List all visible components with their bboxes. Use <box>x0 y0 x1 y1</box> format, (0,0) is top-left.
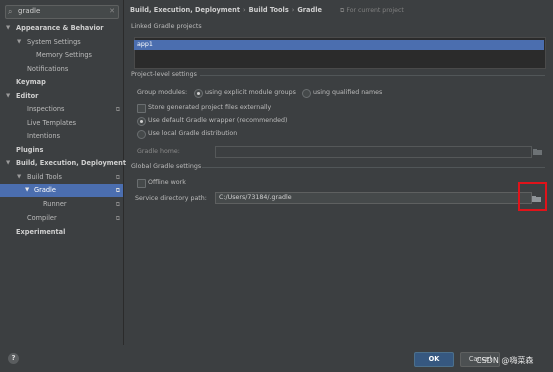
chevron-down-icon[interactable]: ▼ <box>17 171 21 184</box>
sidebar-item-label: Notifications <box>27 65 69 73</box>
search-input[interactable]: ⌕ gradle ✕ <box>5 5 119 19</box>
breadcrumb: Build, Execution, Deployment › Build Tools… <box>130 6 322 16</box>
sidebar-item-label: Appearance & Behavior <box>16 24 104 32</box>
sidebar-item-compiler[interactable]: Compiler ⧉ <box>0 212 123 225</box>
project-scope-icon: ⧉ <box>115 106 120 113</box>
ok-button[interactable]: OK <box>414 352 454 367</box>
chevron-down-icon[interactable]: ▼ <box>6 22 10 35</box>
sidebar-item-editor[interactable]: ▼ Editor <box>0 90 123 103</box>
help-button[interactable]: ? <box>8 353 19 364</box>
service-directory-label: Service directory path: <box>135 195 207 202</box>
radio-explicit-module-groups[interactable] <box>194 89 203 98</box>
section-title-project-level: Project-level settings <box>131 71 197 78</box>
chevron-down-icon[interactable]: ▼ <box>17 36 21 49</box>
sidebar-item-notifications[interactable]: Notifications <box>0 63 123 76</box>
sidebar-item-label: Intentions <box>27 132 61 140</box>
service-directory-field[interactable]: C:/Users/73184/.gradle <box>215 192 532 204</box>
sidebar-item-label: Runner <box>43 200 67 208</box>
project-scope-icon: ⧉ <box>115 174 120 181</box>
sidebar-item-label: Compiler <box>27 214 57 222</box>
chevron-down-icon[interactable]: ▼ <box>6 157 10 170</box>
sidebar-item-label: System Settings <box>27 38 81 46</box>
close-icon[interactable]: ✕ <box>109 7 115 15</box>
offline-work-checkbox[interactable] <box>137 179 146 188</box>
sidebar-item-intentions[interactable]: Intentions <box>0 130 123 143</box>
separator <box>200 75 545 76</box>
sidebar-item-label: Inspections <box>27 105 65 113</box>
chevron-down-icon[interactable]: ▼ <box>25 184 29 197</box>
radio-qualified-names[interactable] <box>302 89 311 98</box>
breadcrumb-part: Gradle <box>297 6 322 14</box>
search-icon: ⌕ <box>8 7 13 16</box>
sidebar-item-keymap[interactable]: Keymap <box>0 76 123 89</box>
list-item[interactable]: app1 <box>134 40 544 50</box>
sidebar-item-label: Plugins <box>16 146 44 154</box>
sidebar-item-build-execution-deployment[interactable]: ▼ Build, Execution, Deployment <box>0 157 126 170</box>
sidebar-item-label: Memory Settings <box>36 51 92 59</box>
store-generated-label[interactable]: Store generated project files externally <box>148 104 271 111</box>
offline-work-label[interactable]: Offline work <box>148 179 186 186</box>
highlight-annotation <box>518 182 547 211</box>
sidebar-item-label: Editor <box>16 92 39 100</box>
chevron-down-icon[interactable]: ▼ <box>6 90 10 103</box>
gradle-home-field[interactable] <box>215 146 532 158</box>
radio-explicit-label[interactable]: using explicit module groups <box>205 89 296 96</box>
breadcrumb-part: Build Tools <box>248 6 289 14</box>
section-title-linked-projects: Linked Gradle projects <box>131 23 202 30</box>
sidebar-item-build-tools[interactable]: ▼ Build Tools ⧉ <box>0 171 123 184</box>
folder-icon[interactable] <box>533 149 542 155</box>
sidebar-item-live-templates[interactable]: Live Templates <box>0 117 123 130</box>
section-title-global: Global Gradle settings <box>131 163 202 170</box>
breadcrumb-part: Build, Execution, Deployment <box>130 6 240 14</box>
radio-default-wrapper-label[interactable]: Use default Gradle wrapper (recommended) <box>148 117 287 124</box>
group-modules-label: Group modules: <box>137 89 188 96</box>
search-value: gradle <box>18 7 41 15</box>
separator <box>202 167 545 168</box>
radio-local-distribution-label[interactable]: Use local Gradle distribution <box>148 130 237 137</box>
scope-note: ⧉ For current project <box>340 7 404 15</box>
sidebar-item-label: Keymap <box>16 78 46 86</box>
radio-qualified-label[interactable]: using qualified names <box>313 89 382 96</box>
store-generated-checkbox[interactable] <box>137 104 146 113</box>
sidebar-item-label: Build Tools <box>27 173 62 181</box>
project-scope-icon: ⧉ <box>115 201 120 208</box>
radio-default-wrapper[interactable] <box>137 117 146 126</box>
sidebar-item-label: Experimental <box>16 228 66 236</box>
project-name: app1 <box>137 41 153 48</box>
breadcrumb-separator: › <box>242 6 246 14</box>
sidebar-item-label: Build, Execution, Deployment <box>16 159 126 167</box>
sidebar-item-experimental[interactable]: Experimental <box>0 226 123 239</box>
sidebar-item-system-settings[interactable]: ▼ System Settings <box>0 36 123 49</box>
sidebar-item-runner[interactable]: Runner ⧉ <box>0 198 123 211</box>
scope-note-text: For current project <box>346 7 404 14</box>
project-scope-icon: ⧉ <box>115 215 120 222</box>
gradle-home-label: Gradle home: <box>137 148 180 155</box>
sidebar-item-inspections[interactable]: Inspections ⧉ <box>0 103 123 116</box>
sidebar-item-label: Live Templates <box>27 119 77 127</box>
sidebar-item-label: Gradle <box>34 186 56 194</box>
project-scope-icon: ⧉ <box>115 187 120 194</box>
watermark: CSDN @嗨菜森 <box>476 356 534 365</box>
service-directory-value: C:/Users/73184/.gradle <box>219 194 292 201</box>
sidebar-item-plugins[interactable]: Plugins <box>0 144 123 157</box>
radio-local-distribution[interactable] <box>137 130 146 139</box>
sidebar-item-memory-settings[interactable]: Memory Settings <box>0 49 123 62</box>
sidebar-item-appearance-behavior[interactable]: ▼ Appearance & Behavior <box>0 22 123 35</box>
sidebar-item-gradle[interactable]: ▼ Gradle ⧉ <box>0 184 123 197</box>
